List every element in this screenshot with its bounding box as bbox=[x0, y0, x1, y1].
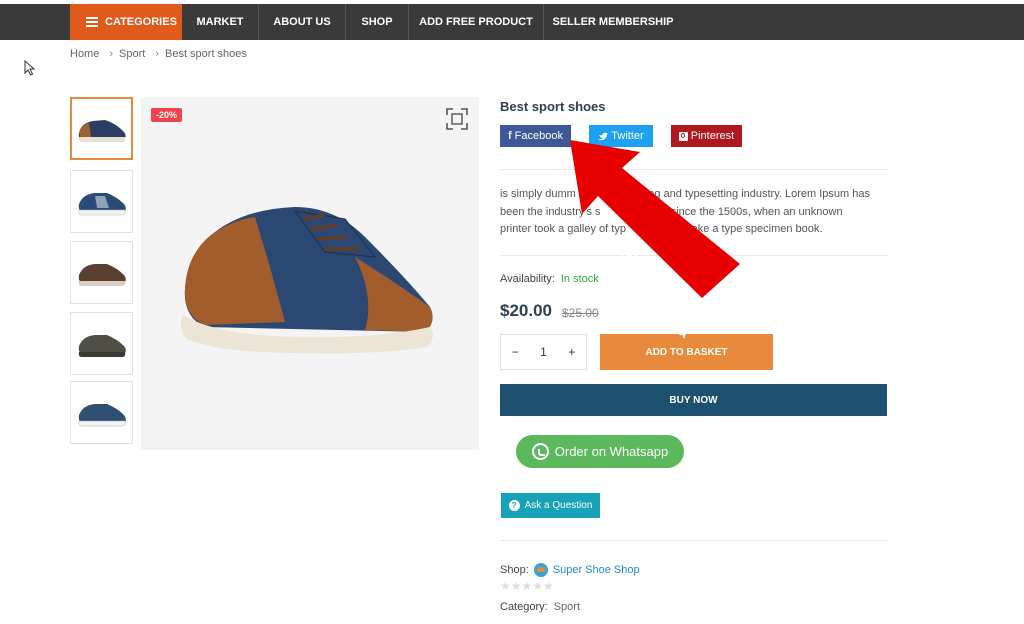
rating-stars: ★★★★★ bbox=[500, 579, 554, 593]
shop-label: Shop: bbox=[500, 564, 529, 576]
fullscreen-zoom-icon[interactable] bbox=[445, 107, 469, 131]
shoe-thumbnail-image bbox=[78, 192, 126, 215]
category-value[interactable]: Sport bbox=[554, 601, 580, 613]
order-on-whatsapp-button[interactable]: Order on Whatsapp bbox=[516, 435, 684, 468]
shop-logo-icon bbox=[533, 563, 548, 577]
shoe-thumbnail-image bbox=[78, 403, 126, 426]
decrease-quantity-button[interactable]: − bbox=[512, 345, 519, 359]
product-thumbnail-5[interactable] bbox=[70, 381, 133, 444]
nav-item-market[interactable]: MARKET bbox=[182, 4, 259, 40]
shoe-thumbnail-image bbox=[78, 263, 126, 286]
ask-label: Ask a Question bbox=[524, 500, 593, 511]
ask-a-question-button[interactable]: ? Ask a Question bbox=[501, 493, 600, 518]
category-label: Category: bbox=[500, 601, 548, 613]
discount-badge: -20% bbox=[151, 108, 183, 122]
breadcrumb-home[interactable]: Home bbox=[70, 48, 99, 60]
breadcrumb-current: Best sport shoes bbox=[164, 48, 247, 60]
product-main-image[interactable]: -20% bbox=[141, 97, 479, 450]
breadcrumb-sport[interactable]: Sport bbox=[119, 48, 145, 60]
categories-menu-button[interactable]: CATEGORIES bbox=[70, 4, 182, 40]
nav-item-shop[interactable]: SHOP bbox=[346, 4, 409, 40]
shoe-thumbnail-image bbox=[78, 119, 126, 142]
nav-item-about-us[interactable]: ABOUT US bbox=[259, 4, 346, 40]
product-thumbnail-3[interactable] bbox=[70, 241, 133, 304]
shoe-product-image bbox=[180, 207, 433, 354]
hamburger-icon bbox=[86, 15, 98, 29]
categories-label: CATEGORIES bbox=[105, 16, 177, 28]
nav-item-add-free-product[interactable]: ADD FREE PRODUCT bbox=[409, 4, 544, 40]
top-navigation: CATEGORIES MARKET ABOUT US SHOP ADD FREE… bbox=[0, 4, 1024, 40]
shop-info: Shop: Super Shoe Shop bbox=[500, 563, 640, 577]
question-icon: ? bbox=[508, 500, 520, 511]
whatsapp-icon bbox=[531, 443, 549, 460]
increase-quantity-button[interactable]: + bbox=[568, 345, 575, 359]
facebook-icon: f bbox=[508, 130, 512, 142]
shop-name-link[interactable]: Super Shoe Shop bbox=[553, 564, 640, 576]
product-thumbnail-2[interactable] bbox=[70, 170, 133, 233]
product-title: Best sport shoes bbox=[500, 99, 606, 114]
breadcrumb-separator: › bbox=[109, 48, 114, 60]
product-category: Category: Sport bbox=[500, 601, 580, 613]
mouse-cursor-icon bbox=[24, 60, 36, 76]
product-thumbnail-4[interactable] bbox=[70, 312, 133, 375]
breadcrumb-separator: › bbox=[155, 48, 159, 60]
shoe-thumbnail-image bbox=[78, 334, 126, 357]
quantity-value[interactable]: 1 bbox=[540, 345, 547, 359]
quantity-stepper: − 1 + bbox=[500, 334, 587, 370]
nav-item-seller-membership[interactable]: SELLER MEMBERSHIP bbox=[544, 4, 682, 40]
product-thumbnail-1[interactable] bbox=[70, 97, 133, 160]
divider bbox=[500, 540, 887, 541]
whatsapp-label: Order on Whatsapp bbox=[554, 444, 669, 459]
breadcrumb: Home › Sport › Best sport shoes bbox=[70, 48, 251, 60]
buy-now-button[interactable]: BUY NOW bbox=[500, 384, 887, 416]
